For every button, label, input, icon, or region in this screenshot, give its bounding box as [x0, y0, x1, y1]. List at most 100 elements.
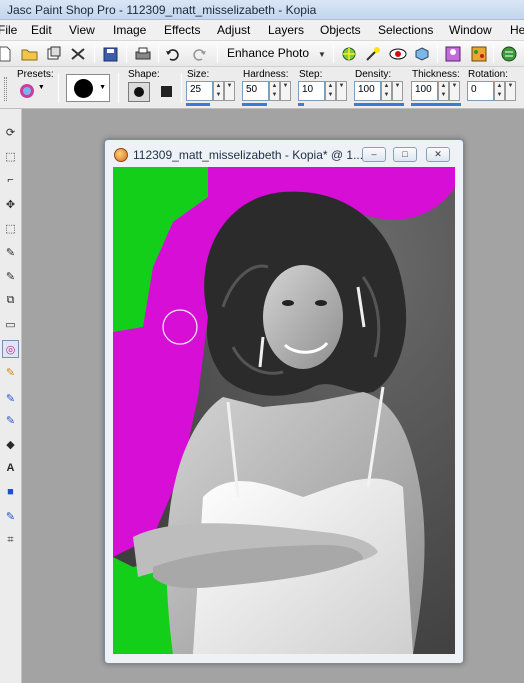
menu-objects[interactable]: Objects: [320, 23, 361, 37]
step-input[interactable]: 10: [298, 81, 325, 101]
menu-help[interactable]: He: [510, 23, 524, 37]
enhance-photo-button[interactable]: Enhance Photo: [227, 46, 309, 60]
shape-square-button[interactable]: [156, 82, 178, 102]
size-label: Size:: [187, 69, 210, 80]
open-icon[interactable]: [21, 45, 39, 63]
rotation-label: Rotation:: [468, 69, 509, 80]
new-icon[interactable]: [0, 45, 14, 63]
square-shape-icon: [161, 86, 172, 97]
presets-dropdown[interactable]: ▼: [20, 84, 50, 102]
chevron-down-icon: ▼: [37, 84, 45, 91]
brush-tip-preview[interactable]: ▼: [66, 74, 110, 102]
airbrush-icon[interactable]: ✎: [2, 411, 19, 429]
options-separator: [58, 73, 59, 103]
browse-icon[interactable]: [45, 45, 63, 63]
menu-edit[interactable]: Edit: [31, 23, 52, 37]
hardness-dropdown[interactable]: ▼: [280, 81, 291, 101]
layers-icon[interactable]: [444, 45, 462, 63]
eraser-tool-icon[interactable]: ✎: [2, 363, 19, 381]
scan-icon[interactable]: [69, 45, 87, 63]
rotation-dropdown[interactable]: ▼: [505, 81, 516, 101]
app-title: Jasc Paint Shop Pro - 112309_matt_missel…: [7, 3, 317, 17]
rotation-spinner[interactable]: ▲ ▼: [494, 81, 505, 101]
menu-effects[interactable]: Effects: [164, 23, 200, 37]
presets-icon: [20, 84, 34, 98]
fill-tool-icon[interactable]: ◆: [2, 435, 19, 453]
save-icon[interactable]: [101, 45, 119, 63]
one-step-icon[interactable]: [340, 45, 358, 63]
density-slider-bar[interactable]: [354, 103, 404, 106]
menu-selections[interactable]: Selections: [378, 23, 433, 37]
presets-label: Presets:: [17, 69, 54, 80]
size-slider-bar[interactable]: [186, 103, 210, 106]
thickness-dropdown[interactable]: ▼: [449, 81, 460, 101]
density-label: Density:: [355, 69, 392, 80]
freehand-selection-icon[interactable]: ⬚: [2, 219, 19, 237]
palette-icon[interactable]: [470, 45, 488, 63]
enhance-dropdown-icon[interactable]: ▼: [313, 45, 331, 63]
menu-file[interactable]: File: [0, 23, 17, 37]
deform-tool-icon[interactable]: ⌗: [2, 531, 19, 549]
step-dropdown[interactable]: ▼: [336, 81, 347, 101]
toolbar-separator: [217, 45, 218, 63]
shape-label: Shape:: [128, 69, 160, 80]
pan-tool-icon[interactable]: ⟳: [2, 123, 19, 141]
hardness-spinner[interactable]: ▲ ▼: [269, 81, 280, 101]
density-dropdown[interactable]: ▼: [392, 81, 403, 101]
image-window-title: 112309_matt_misselizabeth - Kopia* @ 1..…: [133, 148, 364, 162]
toolbar-separator: [493, 45, 494, 63]
text-tool-icon[interactable]: A: [2, 459, 19, 477]
dodge-tool-icon[interactable]: ◎: [2, 340, 19, 358]
menu-bar: File Edit View Image Effects Adjust Laye…: [0, 20, 524, 41]
chevron-down-icon: ▼: [99, 84, 106, 91]
thickness-input[interactable]: 100: [411, 81, 438, 101]
tool-options-palette: Presets: ▼ ▼ Shape: Size: 25 ▲ ▼ ▼ Hardne…: [0, 67, 524, 109]
density-spinner[interactable]: ▲ ▼: [381, 81, 392, 101]
clone-brush-icon[interactable]: ⧉: [2, 291, 19, 309]
restore-button[interactable]: □: [393, 147, 417, 162]
thickness-label: Thickness:: [412, 69, 460, 80]
menu-view[interactable]: View: [69, 23, 95, 37]
options-separator: [118, 73, 119, 103]
options-separator: [181, 73, 182, 103]
step-spinner[interactable]: ▲ ▼: [325, 81, 336, 101]
globe-icon[interactable]: [500, 45, 518, 63]
step-slider-bar[interactable]: [298, 103, 304, 106]
menu-layers[interactable]: Layers: [268, 23, 304, 37]
thickness-spinner[interactable]: ▲ ▼: [438, 81, 449, 101]
palette-grip[interactable]: [4, 77, 7, 101]
size-dropdown[interactable]: ▼: [224, 81, 235, 101]
scratch-remover-icon[interactable]: ▭: [2, 315, 19, 333]
red-eye-icon[interactable]: [389, 45, 407, 63]
toolbar-separator: [437, 45, 438, 63]
image-canvas[interactable]: [113, 167, 455, 654]
thickness-slider-bar[interactable]: [411, 103, 461, 106]
shape-round-button[interactable]: [128, 82, 150, 102]
minimize-button[interactable]: –: [362, 147, 386, 162]
dropper-tool-icon[interactable]: ✎: [2, 243, 19, 261]
brush-tip-icon: [74, 79, 93, 98]
size-input[interactable]: 25: [186, 81, 213, 101]
move-tool-icon[interactable]: ✥: [2, 195, 19, 213]
density-input[interactable]: 100: [354, 81, 381, 101]
menu-adjust[interactable]: Adjust: [217, 23, 250, 37]
paint-brush-icon[interactable]: ✎: [2, 267, 19, 285]
picture-tube-icon[interactable]: ✎: [2, 389, 19, 407]
close-button[interactable]: ✕: [426, 147, 450, 162]
redo-icon[interactable]: [190, 45, 208, 63]
pen-tool-icon[interactable]: ✎: [2, 507, 19, 525]
menu-image[interactable]: Image: [113, 23, 146, 37]
hardness-input[interactable]: 50: [242, 81, 269, 101]
print-icon[interactable]: [134, 45, 152, 63]
auto-fix-icon[interactable]: [364, 45, 382, 63]
crop-tool-icon[interactable]: ⌐: [2, 171, 19, 189]
menu-window[interactable]: Window: [449, 23, 492, 37]
size-spinner[interactable]: ▲ ▼: [213, 81, 224, 101]
undo-icon[interactable]: [164, 45, 182, 63]
preset-shape-icon[interactable]: ■: [2, 483, 19, 501]
step-label: Step:: [299, 69, 323, 80]
rotation-input[interactable]: 0: [467, 81, 494, 101]
selection-tool-icon[interactable]: ⬚: [2, 147, 19, 165]
hardness-slider-bar[interactable]: [242, 103, 267, 106]
cube-icon[interactable]: [413, 45, 431, 63]
